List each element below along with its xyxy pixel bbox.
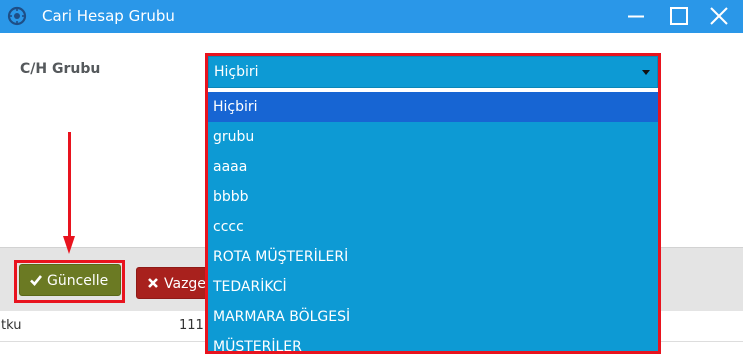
table-cell-code: 111	[179, 318, 204, 333]
window-titlebar: Cari Hesap Grubu	[0, 0, 743, 33]
table-cell-name: tku	[1, 318, 22, 333]
update-button-highlight-box	[14, 260, 125, 303]
app-logo-icon	[7, 6, 27, 26]
maximize-icon[interactable]	[667, 4, 691, 28]
annotation-arrow	[68, 132, 71, 238]
annotation-arrow-head	[63, 236, 75, 254]
select-highlight-box	[205, 53, 661, 354]
window-title: Cari Hesap Grubu	[42, 7, 175, 25]
minimize-icon[interactable]	[624, 4, 648, 28]
group-field-label: C/H Grubu	[20, 61, 101, 77]
close-icon[interactable]	[707, 4, 731, 28]
times-icon	[148, 278, 158, 288]
